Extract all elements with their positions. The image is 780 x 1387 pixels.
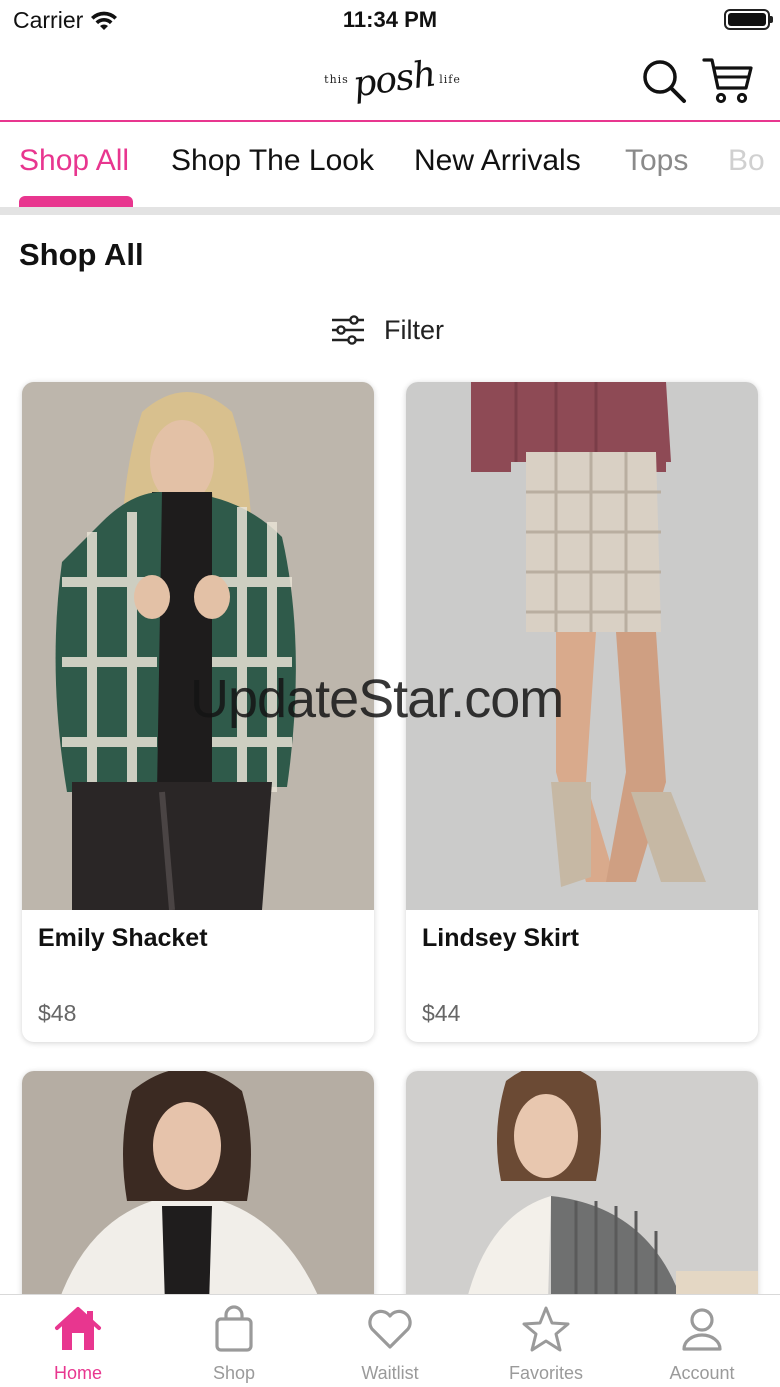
product-price: $44 xyxy=(422,1000,461,1026)
brand-logo[interactable]: this posh life xyxy=(324,48,460,110)
nav-waitlist-label: Waitlist xyxy=(361,1363,419,1383)
user-icon xyxy=(682,1308,722,1351)
tabs-divider xyxy=(0,207,780,215)
tab-tops[interactable]: Tops xyxy=(625,144,688,178)
nav-account[interactable]: Account xyxy=(624,1295,780,1387)
cart-icon[interactable] xyxy=(702,55,754,107)
tab-shop-the-look[interactable]: Shop The Look xyxy=(171,144,374,178)
search-icon[interactable] xyxy=(640,57,688,105)
filter-label: Filter xyxy=(384,314,444,345)
app-header: this posh life xyxy=(0,40,780,122)
product-card[interactable]: Lindsey Skirt $44 xyxy=(406,382,758,1042)
tab-shop-all[interactable]: Shop All xyxy=(19,144,129,178)
status-time: 11:34 PM xyxy=(342,7,438,32)
nav-account-label: Account xyxy=(669,1363,735,1383)
product-name[interactable]: Lindsey Skirt xyxy=(422,924,579,953)
shopping-bag-icon xyxy=(215,1305,253,1352)
home-icon xyxy=(55,1307,101,1350)
nav-shop[interactable]: Shop xyxy=(156,1295,312,1387)
nav-waitlist[interactable]: Waitlist xyxy=(312,1295,468,1387)
nav-home[interactable]: Home xyxy=(0,1295,156,1387)
product-image[interactable] xyxy=(406,382,758,910)
filter-button[interactable]: Filter xyxy=(330,310,444,350)
sliders-icon xyxy=(332,315,364,345)
tab-bottoms-partial[interactable]: Bo xyxy=(728,144,765,178)
product-name[interactable]: Emily Shacket xyxy=(38,924,208,953)
category-tabs: Shop All Shop The Look New Arrivals Tops… xyxy=(0,124,780,208)
product-image[interactable] xyxy=(22,382,374,910)
status-bar: Carrier 11:34 PM xyxy=(0,0,780,40)
product-price: $48 xyxy=(38,1000,77,1026)
page-title: Shop All xyxy=(19,237,144,272)
tab-new-arrivals[interactable]: New Arrivals xyxy=(414,144,581,178)
star-icon xyxy=(522,1306,570,1352)
bottom-tab-bar: Home Shop Waitlist Favorites Account xyxy=(0,1294,780,1387)
logo-word-posh: posh xyxy=(350,52,438,106)
nav-shop-label: Shop xyxy=(212,1363,256,1383)
logo-word-this: this xyxy=(324,72,349,86)
nav-home-label: Home xyxy=(53,1363,102,1383)
product-card[interactable]: Emily Shacket $48 xyxy=(22,382,374,1042)
logo-word-life: life xyxy=(439,72,461,86)
nav-favorites-label: Favorites xyxy=(508,1363,584,1383)
heart-icon xyxy=(368,1309,412,1349)
nav-favorites[interactable]: Favorites xyxy=(468,1295,624,1387)
battery-icon xyxy=(724,9,773,30)
